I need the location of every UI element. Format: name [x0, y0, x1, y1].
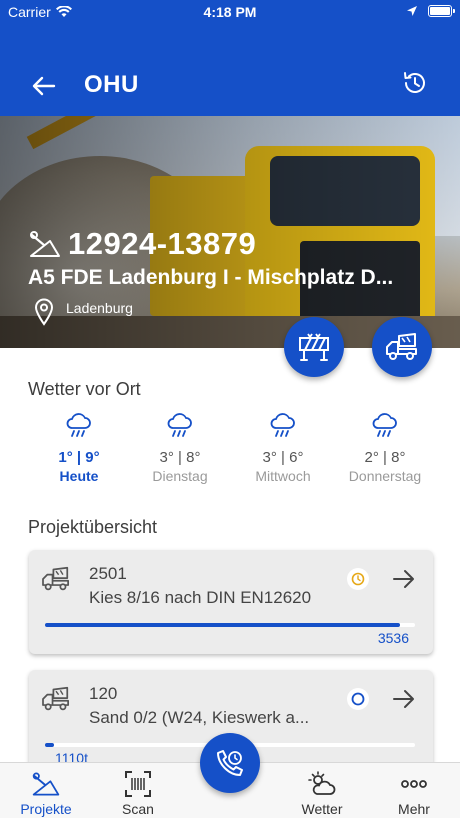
weather-temps: 1° | 9°	[58, 449, 100, 466]
history-icon[interactable]	[400, 68, 430, 98]
delivery-truck-button[interactable]	[372, 317, 432, 377]
location-label: Ladenburg	[66, 300, 133, 316]
clock: 4:18 PM	[203, 4, 257, 20]
rain-cloud-icon	[372, 413, 397, 437]
call-button[interactable]	[200, 733, 260, 793]
order-description: Sand 0/2 (W24, Kieswerk a...	[89, 708, 310, 727]
weather-day-label: Mittwoch	[255, 468, 311, 484]
clock-icon	[351, 572, 365, 586]
location-arrow-icon	[407, 6, 417, 16]
construction-site-icon	[30, 231, 60, 257]
order-progress-bar	[45, 623, 415, 627]
battery-icon	[428, 5, 455, 17]
tab-more[interactable]: Mehr	[368, 763, 460, 818]
tab-label: Projekte	[20, 801, 72, 817]
dump-truck-icon	[386, 333, 417, 360]
open-circle-icon	[351, 692, 365, 706]
weather-day-today[interactable]: 1° | 9° Heute	[29, 410, 129, 484]
project-id: 12924-13879	[68, 226, 257, 261]
project-location: Ladenburg	[34, 298, 133, 326]
order-status	[347, 688, 369, 710]
weather-day-thursday[interactable]: 2° | 8° Donnerstag	[335, 410, 435, 484]
weather-temps: 3° | 6°	[262, 449, 304, 466]
weather-forecast: 1° | 9° Heute 3° | 8° Dienstag 3° | 6° M…	[0, 410, 460, 490]
order-number: 2501	[89, 564, 127, 583]
order-progress-fill	[45, 743, 55, 747]
rain-cloud-icon	[167, 413, 192, 437]
status-bar: Carrier 4:18 PM	[0, 0, 460, 26]
tab-label: Scan	[122, 801, 154, 817]
app-bar: OHU	[0, 26, 460, 116]
dump-truck-icon	[42, 686, 69, 711]
dump-truck-icon	[42, 566, 69, 591]
order-status	[347, 568, 369, 590]
tab-projects[interactable]: Projekte	[0, 763, 92, 818]
weather-day-label: Donnerstag	[348, 468, 422, 484]
tab-label: Wetter	[301, 801, 343, 817]
order-progress-fill	[45, 623, 401, 627]
brand-logo: OHU	[84, 71, 139, 98]
phone-call-icon	[217, 750, 243, 776]
rain-cloud-icon	[66, 413, 91, 437]
tab-label: Mehr	[398, 801, 430, 817]
arrow-right-icon[interactable]	[391, 566, 417, 592]
weather-day-wednesday[interactable]: 3° | 6° Mittwoch	[233, 410, 333, 484]
tab-scan[interactable]: Scan	[92, 763, 184, 818]
weather-temps: 3° | 8°	[159, 449, 201, 466]
order-card[interactable]: 2501 Kies 8/16 nach DIN EN12620 3536	[29, 550, 433, 654]
overview-section-title: Projektübersicht	[28, 517, 158, 537]
weather-day-label: Dienstag	[152, 468, 208, 484]
roadblock-icon	[299, 333, 329, 361]
order-progress-label: 3536	[377, 630, 409, 646]
tab-weather[interactable]: Wetter	[276, 763, 368, 818]
scan-icon	[125, 771, 151, 797]
map-pin-icon	[34, 298, 54, 326]
order-number: 120	[89, 684, 118, 703]
weather-icon	[308, 771, 336, 795]
arrow-right-icon[interactable]	[391, 686, 417, 712]
projects-icon	[32, 772, 60, 796]
weather-day-label: Heute	[59, 468, 99, 484]
weather-section-title: Wetter vor Ort	[28, 379, 141, 399]
project-name: A5 FDE Ladenburg I - Mischplatz D...	[28, 266, 394, 289]
weather-day-tuesday[interactable]: 3° | 8° Dienstag	[130, 410, 230, 484]
more-icon	[401, 780, 427, 788]
back-arrow-icon[interactable]	[28, 70, 60, 102]
order-description: Kies 8/16 nach DIN EN12620	[89, 588, 312, 607]
weather-temps: 2° | 8°	[364, 449, 406, 466]
project-id-row: 12924-13879	[28, 226, 256, 262]
roadblock-button[interactable]	[284, 317, 344, 377]
rain-cloud-icon	[270, 413, 295, 437]
